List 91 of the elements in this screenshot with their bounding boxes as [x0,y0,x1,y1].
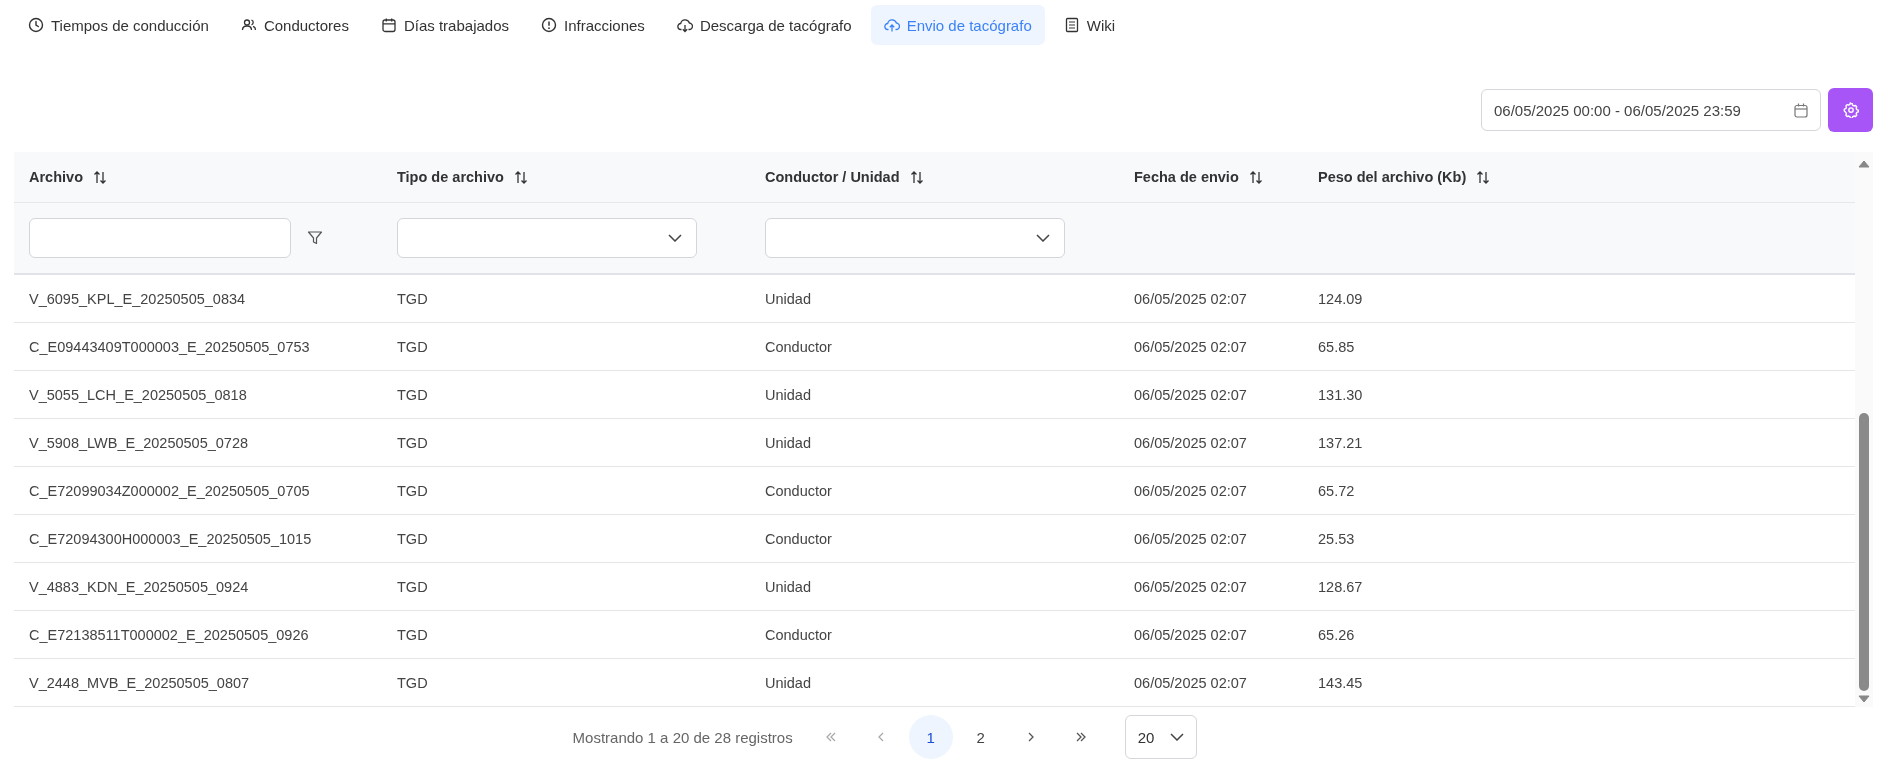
table-cell-text: 137.21 [1317,433,1364,453]
column-header: Fecha de envio [1134,169,1239,185]
calendar-icon [380,17,397,33]
table-cell-text: 06/05/2025 02:07 [1133,433,1248,453]
chevron-down-icon [1170,733,1185,741]
table-cell-text: 06/05/2025 02:07 [1133,625,1248,645]
filter-dropdown[interactable] [765,218,1065,258]
filter-icon[interactable] [307,230,323,246]
nav-tab[interactable]: Wiki [1050,5,1129,45]
table-cell-text: 06/05/2025 02:07 [1133,481,1248,501]
table-cell-text: Unidad [764,289,812,309]
cloud-upload-icon [883,17,900,33]
column-header: Conductor / Unidad [765,169,900,185]
table-cell-text: 06/05/2025 02:07 [1133,673,1248,693]
table-cell-text: TGD [396,673,429,693]
sort-icon [1476,169,1491,185]
date-range-value: 06/05/2025 00:00 - 06/05/2025 23:59 [1494,101,1741,119]
table-cell-text: V_6095_KPL_E_20250505_0834 [28,289,247,309]
scroll-up-icon[interactable] [1858,160,1870,168]
table-cell-text: Conductor [764,337,833,357]
table-cell-text: V_5055_LCH_E_20250505_0818 [28,385,248,405]
nav-tab[interactable]: Días trabajados [367,5,522,45]
table-cell-text: TGD [396,625,429,645]
table-cell-text: 65.26 [1317,625,1356,645]
table-cell-text: C_E72138511T000002_E_20250505_0926 [28,625,310,645]
table-cell-text: TGD [396,337,429,357]
table-cell-text: 143.45 [1317,673,1364,693]
table-cell-text: C_E72094300H000003_E_20250505_1015 [28,529,313,549]
pagination-summary: Mostrando 1 a 20 de 28 registros [572,728,793,746]
table-cell-text: TGD [396,433,429,453]
filter-input-field[interactable] [29,218,291,258]
alert-icon [541,17,557,33]
table-cell-text: TGD [396,385,429,405]
table-cell-text: 06/05/2025 02:07 [1133,337,1248,357]
sort-icon [513,169,528,185]
scroll-down-icon[interactable] [1858,695,1870,703]
clock-icon [28,17,44,33]
chevron-down-icon [668,234,682,242]
table-cell-text: Unidad [764,433,812,453]
table-cell-text: 128.67 [1317,577,1364,597]
table-cell-text: Unidad [764,673,812,693]
table-cell-text: C_E09443409T000003_E_20250505_0753 [28,337,311,357]
table-cell-text: 65.85 [1317,337,1356,357]
nav-tab[interactable]: Tiempos de conducción [15,5,222,45]
table-cell-text: TGD [396,529,429,549]
table-cell-text: 65.72 [1317,481,1356,501]
settings-button[interactable] [1828,88,1873,132]
table-cell-text: 06/05/2025 02:07 [1133,577,1248,597]
sort-icon [93,169,107,185]
table-cell-text: C_E72099034Z000002_E_20250505_0705 [28,481,311,501]
table-cell-text: 124.09 [1317,289,1364,309]
calendar-icon [1794,102,1808,118]
page-size-value: 20 [1137,728,1155,746]
double-chevron-left-icon [824,731,837,743]
table-cell-text: 06/05/2025 02:07 [1133,289,1248,309]
table-cell-text: TGD [396,289,429,309]
cloud-download-icon [676,17,693,33]
filter-dropdown[interactable] [397,218,697,258]
page-size-dropdown[interactable]: 20 [1124,715,1198,759]
column-header: Peso del archivo (Kb) [1318,169,1467,185]
users-icon [240,17,257,33]
page-button[interactable]: 2 [958,715,1003,759]
nav-tab[interactable]: Conductores [227,5,362,45]
table-cell-text: V_4883_KDN_E_20250505_0924 [28,577,250,597]
scrollbar[interactable] [1855,152,1873,707]
table-cell-text: Unidad [764,577,812,597]
table-cell-text: V_2448_MVB_E_20250505_0807 [28,673,251,693]
table-cell-text: Conductor [764,529,833,549]
column-header: Tipo de archivo [397,169,504,185]
nav-tab[interactable]: Descarga de tacógrafo [663,5,865,45]
date-range-field[interactable]: 06/05/2025 00:00 - 06/05/2025 23:59 [1481,89,1821,131]
table-cell-text: Conductor [764,481,833,501]
double-chevron-right-icon [1074,731,1087,743]
table-cell-text: Unidad [764,385,812,405]
table-cell-text: TGD [396,577,429,597]
table-cell-text: V_5908_LWB_E_20250505_0728 [28,433,250,453]
page-button[interactable]: 1 [908,715,953,759]
nav-tab[interactable]: Infracciones [528,5,658,45]
table-cell-text: 06/05/2025 02:07 [1133,385,1248,405]
chevron-down-icon [1036,234,1050,242]
table-cell-text: 06/05/2025 02:07 [1133,529,1248,549]
document-icon [1063,17,1080,33]
settings-icon [1842,102,1859,118]
sort-icon [909,169,924,185]
table-cell-text: 131.30 [1317,385,1364,405]
table-cell-text: TGD [396,481,429,501]
table-cell-text: 25.53 [1317,529,1356,549]
table-cell-text: Conductor [764,625,833,645]
sort-icon [1248,169,1263,185]
column-header: Archivo [29,169,83,185]
scrollbar-thumb[interactable] [1859,413,1869,691]
